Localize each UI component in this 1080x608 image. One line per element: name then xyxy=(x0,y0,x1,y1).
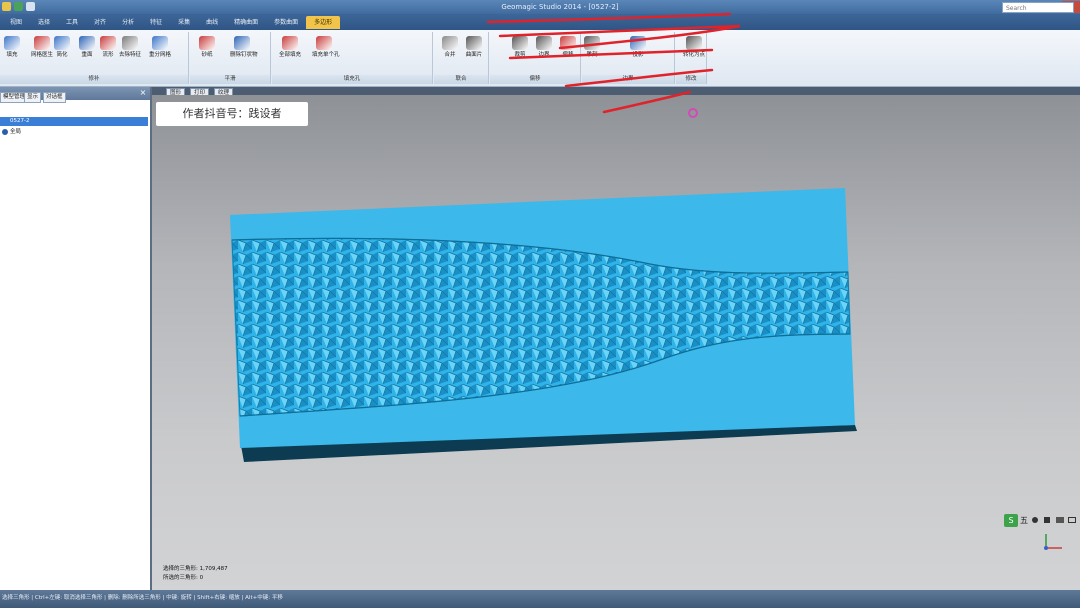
annotation-strokes xyxy=(486,12,741,114)
